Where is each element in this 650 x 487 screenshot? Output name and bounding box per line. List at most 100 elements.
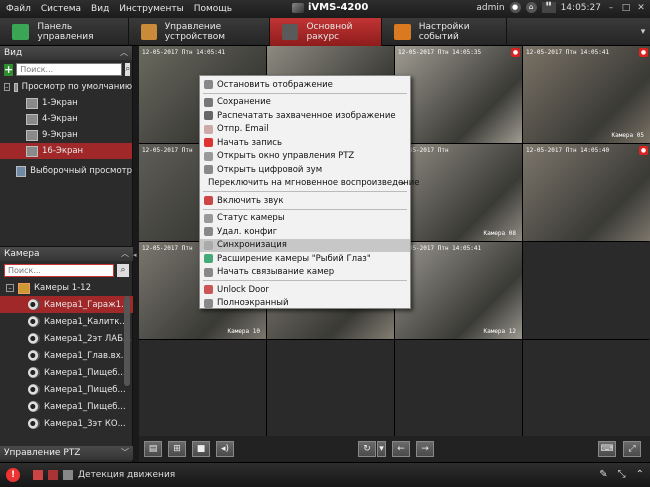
user-icon[interactable]: ●	[509, 2, 521, 13]
chevron-down-icon[interactable]: ﹀	[121, 446, 129, 460]
view-section-header[interactable]: Вид ︿	[0, 46, 132, 60]
camera-icon	[28, 367, 40, 378]
add-view-button[interactable]: +	[4, 63, 14, 76]
context-menu-item[interactable]: Начать связывание камер	[200, 266, 410, 279]
tree-camera-3[interactable]: Камера1_2эт ЛАБ...	[0, 330, 133, 347]
video-cell[interactable]	[139, 340, 266, 437]
menu-help[interactable]: Помощь	[194, 4, 232, 14]
context-menu-item[interactable]: Сохранение	[200, 96, 410, 109]
tab-main-view[interactable]: Основной ракурс	[270, 18, 382, 46]
video-cell[interactable]: 12-05-2017 Птн Камера 08	[395, 144, 522, 241]
collapse-icon[interactable]: –	[6, 284, 14, 292]
chevron-up-icon[interactable]: ︿	[121, 247, 129, 261]
search-icon[interactable]: ⌕	[117, 264, 129, 277]
alarm-warning-icon[interactable]: !	[6, 468, 20, 482]
clear-alarm-icon[interactable]	[48, 470, 58, 480]
tree-camera-5[interactable]: Камера1_Пищеб...	[0, 364, 133, 381]
search-icon[interactable]: ⌕	[125, 63, 131, 76]
save-view-button[interactable]: ▤	[144, 441, 162, 457]
tree-label: Камера1_Гараж1...	[44, 299, 130, 310]
tree-camera-7[interactable]: Камера1_Пищеб...	[0, 398, 133, 415]
previous-page-button[interactable]: ←	[392, 441, 410, 457]
menu-item-icon	[204, 298, 213, 308]
menu-item-label: Статус камеры	[217, 213, 285, 223]
fullscreen-button[interactable]: ⤢	[623, 441, 641, 457]
camera-view-icon	[282, 24, 299, 40]
expand-up-icon[interactable]: ⌃	[636, 469, 644, 480]
context-menu-item[interactable]: Переключить на мгновенное воспроизведени…	[200, 177, 420, 190]
refresh-dropdown-icon[interactable]: ▾	[377, 441, 386, 457]
view-search-input[interactable]	[16, 63, 123, 76]
video-cell[interactable]: 12-05-2017 Птн 14:05:40 ●	[523, 144, 650, 241]
tree-camera-6[interactable]: Камера1_Пищеб...	[0, 381, 133, 398]
refresh-button[interactable]: ↻	[358, 441, 376, 457]
video-cell[interactable]	[523, 242, 650, 339]
camera-group-icon	[18, 282, 30, 294]
tree-default-view[interactable]: – Просмотр по умолчанию	[0, 79, 132, 95]
tree-view-4[interactable]: 4-Экран	[0, 111, 132, 127]
recording-icon: ●	[639, 48, 648, 57]
video-cell[interactable]	[395, 340, 522, 437]
context-menu-item[interactable]: Unlock Door	[200, 283, 410, 296]
menu-system[interactable]: Система	[41, 4, 81, 14]
screen-9-icon	[26, 129, 38, 141]
tab-dropdown-icon[interactable]: ▾	[636, 18, 650, 45]
left-panel: Вид ︿ + ⌕ – Просмотр по умолчанию 1-Экра…	[0, 46, 133, 462]
keyboard-button[interactable]: ⌨	[598, 441, 616, 457]
video-cell[interactable]: 12-05-2017 Птн 14:05:35 ●	[395, 46, 522, 143]
video-cell[interactable]	[523, 340, 650, 437]
video-cell[interactable]: 12-05-2017 Птн 14:05:41 Камера 12	[395, 242, 522, 339]
tree-camera-1[interactable]: Камера1_Гараж1...	[0, 296, 133, 313]
context-menu-item[interactable]: Включить звук	[200, 194, 410, 207]
context-menu-item[interactable]: Открыть окно управления PTZ	[200, 150, 410, 163]
tab-event-settings[interactable]: Настройки событий	[382, 18, 507, 46]
volume-button[interactable]: ◂)	[216, 441, 234, 457]
alarm-sound-icon[interactable]	[33, 470, 43, 480]
context-menu-item[interactable]: Распечатать захваченное изображение	[200, 109, 410, 122]
pin-icon[interactable]: ✎	[599, 469, 607, 480]
tree-view-1[interactable]: 1-Экран	[0, 95, 132, 111]
title-bar: Файл Система Вид Инструменты Помощь iVMS…	[0, 0, 650, 18]
context-menu-item[interactable]: Удал. конфиг	[200, 225, 410, 238]
video-cell[interactable]	[267, 340, 394, 437]
context-menu-item[interactable]: Синхронизация	[200, 238, 410, 252]
minimize-icon[interactable]: –	[606, 3, 616, 13]
context-menu-item[interactable]: Остановить отображение	[200, 78, 410, 91]
menu-file[interactable]: Файл	[6, 4, 31, 14]
context-menu-item[interactable]: Полноэкранный	[200, 297, 410, 310]
menu-item-icon	[204, 196, 213, 205]
camera-search-row: ⌕	[0, 261, 133, 280]
tree-view-9[interactable]: 9-Экран	[0, 127, 132, 143]
menu-view[interactable]: Вид	[91, 4, 109, 14]
context-menu-item[interactable]: Открыть цифровой зум	[200, 163, 410, 176]
tree-camera-2[interactable]: Камера1_Калитк...	[0, 313, 133, 330]
context-menu-item[interactable]: Отпр. Email	[200, 123, 410, 136]
stop-all-button[interactable]: ■	[192, 441, 210, 457]
tab-control-panel[interactable]: Панель управления	[0, 18, 129, 46]
menu-tools[interactable]: Инструменты	[119, 4, 183, 14]
tree-camera-group[interactable]: – Камеры 1-12	[0, 280, 133, 296]
collapse-icon[interactable]: –	[4, 83, 10, 91]
close-icon[interactable]: ✕	[636, 3, 646, 13]
camera-list-scrollbar[interactable]	[124, 296, 130, 386]
restore-icon[interactable]: ⤡	[618, 469, 626, 480]
tree-custom-view[interactable]: Выборочный просмотр	[0, 163, 132, 179]
layout-button[interactable]: ⊞	[168, 441, 186, 457]
maximize-icon[interactable]: □	[621, 3, 631, 13]
chevron-up-icon[interactable]: ︿	[120, 46, 128, 60]
tree-view-16[interactable]: 16-Экран	[0, 143, 132, 159]
tab-device-management[interactable]: Управление устройством	[129, 18, 270, 46]
lock-icon[interactable]: ⌂	[525, 2, 537, 13]
tree-camera-8[interactable]: Камера1_3эт КО...	[0, 415, 133, 432]
context-menu-item[interactable]: Расширение камеры "Рыбий Глаз"	[200, 252, 410, 265]
context-menu-item[interactable]: Начать запись	[200, 136, 410, 149]
next-page-button[interactable]: →	[416, 441, 434, 457]
menu-separator	[203, 191, 407, 192]
video-cell[interactable]: 12-05-2017 Птн 14:05:41 Камера 05 ●	[523, 46, 650, 143]
tree-camera-4[interactable]: Камера1_Глав.вх...	[0, 347, 133, 364]
camera-search-input[interactable]	[4, 264, 114, 277]
context-menu-item[interactable]: Статус камеры	[200, 212, 410, 225]
event-icon	[394, 24, 411, 40]
camera-section-header[interactable]: Камера ︿	[0, 247, 133, 261]
ptz-section-header[interactable]: Управление PTZ ﹀	[0, 446, 133, 460]
